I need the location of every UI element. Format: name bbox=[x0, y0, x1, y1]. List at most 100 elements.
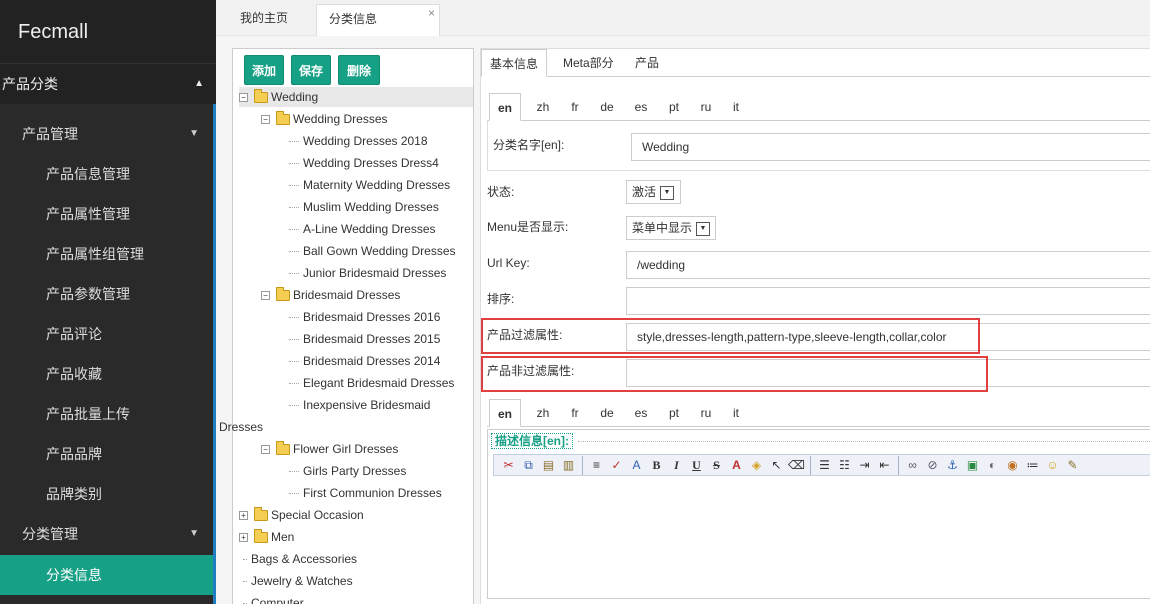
lang-tab-fr[interactable]: fr bbox=[569, 93, 581, 121]
desc-lang-tab-de[interactable]: de bbox=[599, 399, 615, 427]
flash-icon[interactable]: ◐ bbox=[984, 457, 1001, 474]
tab-meta[interactable]: Meta部分 bbox=[555, 49, 622, 77]
delete-button[interactable]: 删除 bbox=[338, 55, 380, 85]
paste-icon[interactable]: ▤ bbox=[540, 457, 557, 474]
tree-node-ballgown[interactable]: Ball Gown Wedding Dresses bbox=[289, 241, 456, 261]
tree-node-computer[interactable]: Computer bbox=[243, 593, 304, 604]
tree-node-muslim[interactable]: Muslim Wedding Dresses bbox=[289, 197, 439, 217]
anchor-icon[interactable]: ⚓ bbox=[944, 457, 961, 474]
bold-icon[interactable]: B bbox=[648, 457, 665, 474]
sidebar-section-product-category[interactable]: 产品分类 ▲ bbox=[0, 64, 216, 104]
tree-node-maternity[interactable]: Maternity Wedding Dresses bbox=[289, 175, 450, 195]
tree-node-bags[interactable]: Bags & Accessories bbox=[243, 549, 357, 569]
tree-node-flower-girl[interactable]: − Flower Girl Dresses bbox=[261, 439, 398, 459]
image-upload-icon[interactable]: ▣ bbox=[964, 457, 981, 474]
font-size-icon[interactable]: A bbox=[628, 457, 645, 474]
source-icon[interactable]: ≡ bbox=[588, 457, 605, 474]
text-color-icon[interactable]: A bbox=[728, 457, 745, 474]
sidebar-item-attribute-groups[interactable]: 产品属性组管理 bbox=[0, 234, 213, 274]
add-button[interactable]: 添加 bbox=[244, 55, 284, 85]
close-icon[interactable]: × bbox=[428, 0, 435, 27]
menu-display-select[interactable]: 菜单中显示 ▼ bbox=[626, 216, 716, 240]
expand-icon[interactable]: + bbox=[239, 533, 248, 543]
copy-icon[interactable]: ⧉ bbox=[520, 457, 537, 474]
sidebar-item-product-favorites[interactable]: 产品收藏 bbox=[0, 354, 213, 394]
desc-lang-tab-fr[interactable]: fr bbox=[569, 399, 581, 427]
tab-category-info[interactable]: 分类信息 × bbox=[316, 4, 440, 36]
sidebar-item-product-reviews[interactable]: 产品评论 bbox=[0, 314, 213, 354]
desc-lang-tab-zh[interactable]: zh bbox=[535, 399, 551, 427]
lang-tab-zh[interactable]: zh bbox=[535, 93, 551, 121]
collapse-icon[interactable]: − bbox=[261, 445, 270, 455]
tree-node-men[interactable]: + Men bbox=[239, 527, 294, 547]
eraser-icon[interactable]: ⌫ bbox=[788, 457, 805, 474]
tree-node-wedding-dresses[interactable]: − Wedding Dresses bbox=[261, 109, 388, 129]
tree-node-special-occasion[interactable]: + Special Occasion bbox=[239, 505, 364, 525]
tree-node-junior[interactable]: Junior Bridesmaid Dresses bbox=[289, 263, 446, 283]
align-left-icon[interactable]: ☰ bbox=[816, 457, 833, 474]
collapse-icon[interactable]: − bbox=[239, 93, 248, 103]
desc-lang-tab-es[interactable]: es bbox=[633, 399, 649, 427]
lang-tab-it[interactable]: it bbox=[731, 93, 741, 121]
template-icon[interactable]: ✎ bbox=[1064, 457, 1081, 474]
tree-node-wd-2018[interactable]: Wedding Dresses 2018 bbox=[289, 131, 428, 151]
desc-lang-tab-it[interactable]: it bbox=[731, 399, 741, 427]
sidebar-item-product-info[interactable]: 产品信息管理 bbox=[0, 154, 213, 194]
collapse-icon[interactable]: − bbox=[261, 115, 270, 125]
emoticon-icon[interactable]: ☺ bbox=[1044, 457, 1061, 474]
sidebar-item-category-management[interactable]: 分类管理 ▼ bbox=[0, 514, 213, 554]
lang-tab-ru[interactable]: ru bbox=[699, 93, 713, 121]
lang-tab-en[interactable]: en bbox=[489, 93, 522, 121]
url-key-input[interactable]: /wedding bbox=[626, 251, 1150, 279]
list-icon[interactable]: ☷ bbox=[836, 457, 853, 474]
expand-icon[interactable]: + bbox=[239, 511, 248, 521]
media-icon[interactable]: ◉ bbox=[1004, 457, 1021, 474]
tree-node-bd-2015[interactable]: Bridesmaid Dresses 2015 bbox=[289, 329, 440, 349]
tree-node-inexpensive-wrap[interactable]: Dresses bbox=[219, 417, 263, 437]
collapse-icon[interactable]: − bbox=[261, 291, 270, 301]
tab-products[interactable]: 产品 bbox=[627, 49, 667, 77]
link-icon[interactable]: ∞ bbox=[904, 457, 921, 474]
sidebar-item-product-params[interactable]: 产品参数管理 bbox=[0, 274, 213, 314]
spellcheck-icon[interactable]: ✓ bbox=[608, 457, 625, 474]
sidebar-item-brand-categories[interactable]: 品牌类别 bbox=[0, 474, 213, 514]
tree-node-inexpensive[interactable]: Inexpensive Bridesmaid bbox=[289, 395, 430, 415]
sidebar-item-batch-upload[interactable]: 产品批量上传 bbox=[0, 394, 213, 434]
sidebar-item-product-brands[interactable]: 产品品牌 bbox=[0, 434, 213, 474]
tree-node-wedding[interactable]: − Wedding bbox=[239, 87, 473, 107]
tree-node-elegant[interactable]: Elegant Bridesmaid Dresses bbox=[289, 373, 454, 393]
underline-icon[interactable]: U bbox=[688, 457, 705, 474]
highlight-color-icon[interactable]: ◈ bbox=[748, 457, 765, 474]
sort-input[interactable] bbox=[626, 287, 1150, 315]
tree-node-girls-party[interactable]: Girls Party Dresses bbox=[289, 461, 406, 481]
sidebar-item-product-attributes[interactable]: 产品属性管理 bbox=[0, 194, 213, 234]
desc-lang-tab-pt[interactable]: pt bbox=[667, 399, 681, 427]
tree-node-wd-dress4[interactable]: Wedding Dresses Dress4 bbox=[289, 153, 439, 173]
tree-node-first-communion[interactable]: First Communion Dresses bbox=[289, 483, 442, 503]
lang-tab-de[interactable]: de bbox=[599, 93, 615, 121]
outdent-icon[interactable]: ⇤ bbox=[876, 457, 893, 474]
tree-node-aline[interactable]: A-Line Wedding Dresses bbox=[289, 219, 436, 239]
tree-node-jewelry[interactable]: Jewelry & Watches bbox=[243, 571, 353, 591]
italic-icon[interactable]: I bbox=[668, 457, 685, 474]
category-name-input[interactable]: Wedding bbox=[631, 133, 1150, 161]
tree-node-bd-2016[interactable]: Bridesmaid Dresses 2016 bbox=[289, 307, 440, 327]
tree-node-bd-2014[interactable]: Bridesmaid Dresses 2014 bbox=[289, 351, 440, 371]
tab-basic-info[interactable]: 基本信息 bbox=[481, 49, 548, 77]
lang-tab-pt[interactable]: pt bbox=[667, 93, 681, 121]
sidebar-item-category-info[interactable]: 分类信息 bbox=[0, 555, 213, 595]
horizontal-rule-icon[interactable]: ≔ bbox=[1024, 457, 1041, 474]
select-icon[interactable]: ↖ bbox=[768, 457, 785, 474]
indent-icon[interactable]: ⇥ bbox=[856, 457, 873, 474]
paste-text-icon[interactable]: ▥ bbox=[560, 457, 577, 474]
tree-node-bridesmaid[interactable]: − Bridesmaid Dresses bbox=[261, 285, 400, 305]
tab-home[interactable]: 我的主页 bbox=[228, 4, 300, 36]
status-select[interactable]: 激活 ▼ bbox=[626, 180, 681, 204]
cut-icon[interactable]: ✂ bbox=[500, 457, 517, 474]
lang-tab-es[interactable]: es bbox=[633, 93, 649, 121]
desc-lang-tab-ru[interactable]: ru bbox=[699, 399, 713, 427]
desc-lang-tab-en[interactable]: en bbox=[489, 399, 522, 427]
strikethrough-icon[interactable]: S bbox=[708, 457, 725, 474]
unlink-icon[interactable]: ⊘ bbox=[924, 457, 941, 474]
save-button[interactable]: 保存 bbox=[291, 55, 331, 85]
